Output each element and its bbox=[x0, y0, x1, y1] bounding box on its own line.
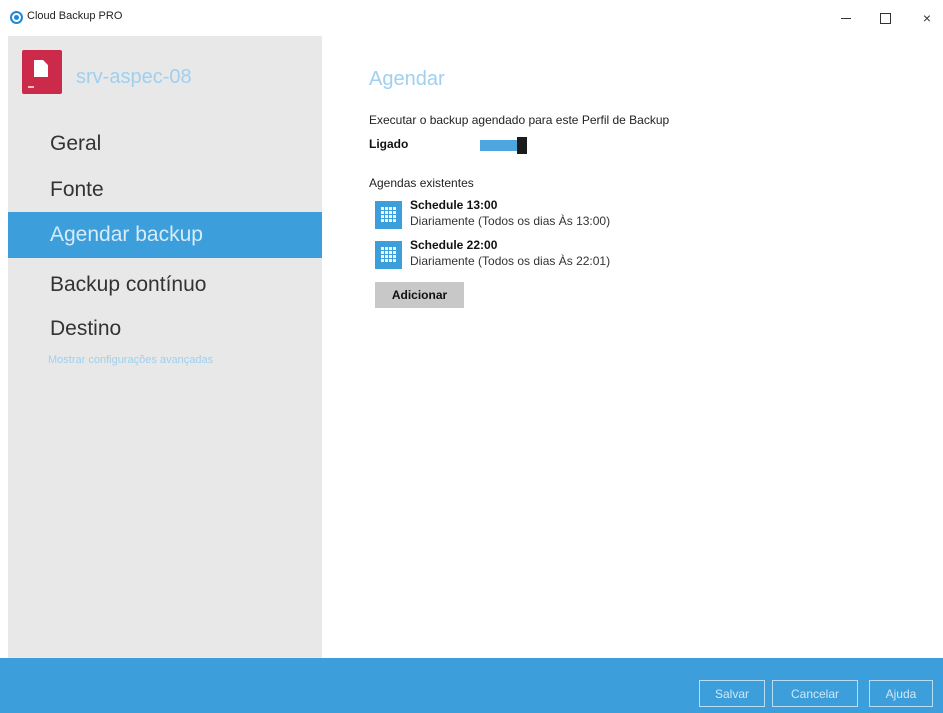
sidebar-item-fonte[interactable]: Fonte bbox=[8, 167, 322, 213]
schedule-detail: Diariamente (Todos os dias Às 13:00) bbox=[410, 214, 611, 228]
cancel-button[interactable]: Cancelar bbox=[772, 680, 858, 707]
page-title: Agendar bbox=[369, 68, 445, 90]
toggle-track bbox=[480, 140, 518, 151]
calendar-icon bbox=[375, 241, 402, 269]
minimize-button[interactable] bbox=[836, 8, 856, 28]
schedule-description: Executar o backup agendado para este Per… bbox=[369, 113, 670, 127]
document-icon bbox=[22, 50, 62, 94]
toggle-label: Ligado bbox=[369, 137, 409, 151]
sidebar-item-backup-continuo[interactable]: Backup contínuo bbox=[8, 262, 322, 308]
toggle-thumb[interactable] bbox=[517, 137, 527, 154]
profile-name: srv-aspec-08 bbox=[76, 66, 192, 88]
schedule-toggle[interactable] bbox=[480, 137, 527, 154]
show-advanced-settings-link[interactable]: Mostrar configurações avançadas bbox=[48, 354, 213, 366]
save-button[interactable]: Salvar bbox=[699, 680, 765, 707]
schedule-detail: Diariamente (Todos os dias Às 22:01) bbox=[410, 254, 611, 268]
sidebar-item-geral[interactable]: Geral bbox=[8, 121, 322, 167]
schedule-name[interactable]: Schedule 22:00 bbox=[410, 238, 497, 252]
window-title: Cloud Backup PRO bbox=[27, 10, 123, 22]
footer-bar: Salvar Cancelar Ajuda bbox=[0, 658, 943, 713]
app-logo-icon bbox=[10, 11, 23, 24]
title-bar: Cloud Backup PRO × bbox=[0, 0, 943, 36]
help-button[interactable]: Ajuda bbox=[869, 680, 933, 707]
sidebar-item-destino[interactable]: Destino bbox=[8, 306, 322, 352]
schedule-item[interactable]: Schedule 13:00 Diariamente (Todos os dia… bbox=[375, 198, 675, 232]
add-schedule-button[interactable]: Adicionar bbox=[375, 282, 464, 308]
close-button[interactable]: × bbox=[917, 8, 937, 28]
maximize-button[interactable] bbox=[875, 8, 895, 28]
schedule-name[interactable]: Schedule 13:00 bbox=[410, 198, 497, 212]
sidebar-item-agendar-backup[interactable]: Agendar backup bbox=[8, 212, 322, 258]
sidebar: srv-aspec-08 Geral Fonte Agendar backup … bbox=[8, 36, 322, 658]
schedule-item[interactable]: Schedule 22:00 Diariamente (Todos os dia… bbox=[375, 238, 675, 272]
existing-schedules-label: Agendas existentes bbox=[369, 176, 474, 190]
calendar-icon bbox=[375, 201, 402, 229]
